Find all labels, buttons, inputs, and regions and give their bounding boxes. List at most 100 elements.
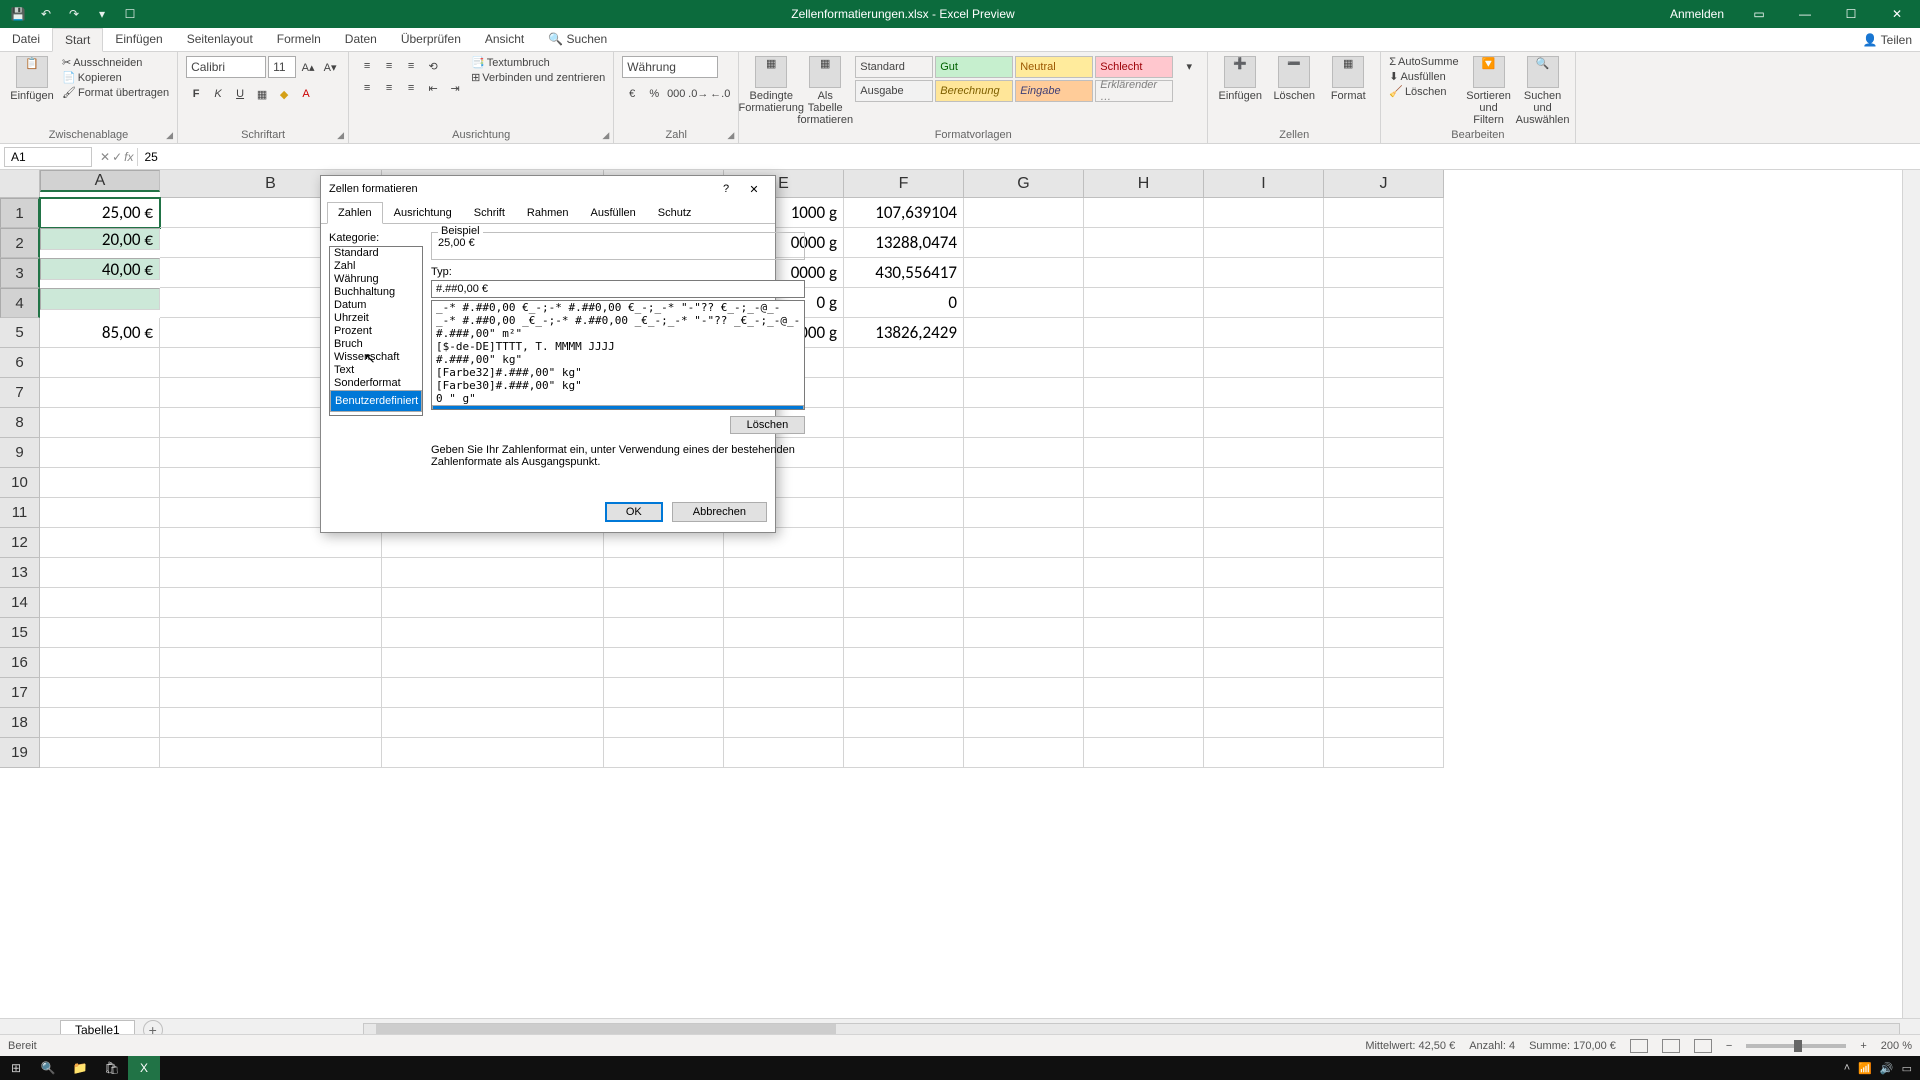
cell-B16[interactable] [160,648,382,678]
cell-I12[interactable] [1204,528,1324,558]
cell-G19[interactable] [964,738,1084,768]
row-header-8[interactable]: 8 [0,408,40,438]
cell-F17[interactable] [844,678,964,708]
cell-I19[interactable] [1204,738,1324,768]
category-item[interactable]: Wissenschaft [330,351,422,364]
format-cells-button[interactable]: ▦Format [1324,56,1372,102]
cell-H8[interactable] [1084,408,1204,438]
row-header-19[interactable]: 19 [0,738,40,768]
clear-button[interactable]: 🧹 Löschen [1389,85,1458,98]
cancel-button[interactable]: Abbrechen [672,502,767,522]
tab-formeln[interactable]: Formeln [265,28,333,51]
cell-F1[interactable]: 107,639104 [844,198,964,228]
category-item[interactable]: Zahl [330,260,422,273]
category-item[interactable]: Text [330,364,422,377]
cell-G4[interactable] [964,288,1084,318]
save-icon[interactable]: 💾 [6,2,30,26]
cell-C18[interactable] [382,708,604,738]
align-bottom-icon[interactable]: ≡ [401,56,421,76]
cell-A13[interactable] [40,558,160,588]
cell-H11[interactable] [1084,498,1204,528]
cut-button[interactable]: ✂ Ausschneiden [62,56,169,69]
search-tab[interactable]: 🔍 Suchen [536,28,619,51]
cell-C16[interactable] [382,648,604,678]
row-header-1[interactable]: 1 [0,198,40,228]
dialog-tab-schutz[interactable]: Schutz [647,202,703,224]
cell-E16[interactable] [724,648,844,678]
cell-F16[interactable] [844,648,964,678]
cell-C14[interactable] [382,588,604,618]
category-item[interactable]: Prozent [330,325,422,338]
cell-H18[interactable] [1084,708,1204,738]
cell-F18[interactable] [844,708,964,738]
cell-H10[interactable] [1084,468,1204,498]
dialog-tab-rahmen[interactable]: Rahmen [516,202,580,224]
cell-I2[interactable] [1204,228,1324,258]
category-item[interactable]: Sonderformat [330,377,422,390]
style-berechnung[interactable]: Berechnung [935,80,1013,102]
row-header-12[interactable]: 12 [0,528,40,558]
cell-C13[interactable] [382,558,604,588]
category-item[interactable]: Bruch [330,338,422,351]
cell-F7[interactable] [844,378,964,408]
undo-icon[interactable]: ↶ [34,2,58,26]
cell-I15[interactable] [1204,618,1324,648]
align-center-icon[interactable]: ≡ [379,78,399,98]
row-header-13[interactable]: 13 [0,558,40,588]
vertical-scrollbar[interactable] [1902,170,1920,1022]
tab-daten[interactable]: Daten [333,28,389,51]
type-list[interactable]: _-* #.##0,00 €_-;-* #.##0,00 €_-;_-* "-"… [431,300,805,410]
cell-B19[interactable] [160,738,382,768]
cell-F6[interactable] [844,348,964,378]
select-all-corner[interactable] [0,170,40,198]
col-header-G[interactable]: G [964,170,1084,198]
row-header-4[interactable]: 4 [0,288,40,318]
cell-H12[interactable] [1084,528,1204,558]
cell-J5[interactable] [1324,318,1444,348]
cell-F11[interactable] [844,498,964,528]
align-middle-icon[interactable]: ≡ [379,56,399,76]
cell-H14[interactable] [1084,588,1204,618]
clipboard-dialog-icon[interactable]: ◢ [166,130,173,141]
cell-A18[interactable] [40,708,160,738]
cell-F4[interactable]: 0 [844,288,964,318]
row-header-17[interactable]: 17 [0,678,40,708]
sort-filter-button[interactable]: 🔽Sortieren undFiltern [1465,56,1513,126]
cell-G2[interactable] [964,228,1084,258]
row-header-11[interactable]: 11 [0,498,40,528]
style-standard[interactable]: Standard [855,56,933,78]
cell-I4[interactable] [1204,288,1324,318]
cell-J18[interactable] [1324,708,1444,738]
cell-I11[interactable] [1204,498,1324,528]
formula-input[interactable]: 25 [137,148,1920,166]
taskbar-search-icon[interactable]: 🔍 [32,1056,64,1080]
cell-D17[interactable] [604,678,724,708]
dialog-help-icon[interactable]: ? [713,179,739,199]
category-item[interactable]: Währung [330,273,422,286]
cell-H7[interactable] [1084,378,1204,408]
cell-E15[interactable] [724,618,844,648]
font-name-select[interactable]: Calibri [186,56,266,78]
decrease-font-icon[interactable]: A▾ [320,57,340,77]
cell-D16[interactable] [604,648,724,678]
cell-J13[interactable] [1324,558,1444,588]
category-list[interactable]: StandardZahlWährungBuchhaltungDatumUhrze… [329,246,423,416]
row-header-3[interactable]: 3 [0,258,40,288]
increase-decimal-icon[interactable]: .0→ [688,84,708,104]
cell-J3[interactable] [1324,258,1444,288]
cell-I7[interactable] [1204,378,1324,408]
type-item[interactable]: _-* #.##0,00 _€_-;-* #.##0,00 _€_-;_-* "… [432,314,804,327]
cell-J2[interactable] [1324,228,1444,258]
ribbon-options-icon[interactable]: ▭ [1736,0,1782,28]
view-normal-icon[interactable] [1630,1039,1648,1053]
styles-more-icon[interactable]: ▾ [1179,56,1199,76]
cell-E14[interactable] [724,588,844,618]
cell-A9[interactable] [40,438,160,468]
cell-B17[interactable] [160,678,382,708]
cell-J17[interactable] [1324,678,1444,708]
cell-F14[interactable] [844,588,964,618]
cell-A12[interactable] [40,528,160,558]
font-color-icon[interactable]: A [296,84,316,104]
cell-G17[interactable] [964,678,1084,708]
category-item[interactable]: Datum [330,299,422,312]
